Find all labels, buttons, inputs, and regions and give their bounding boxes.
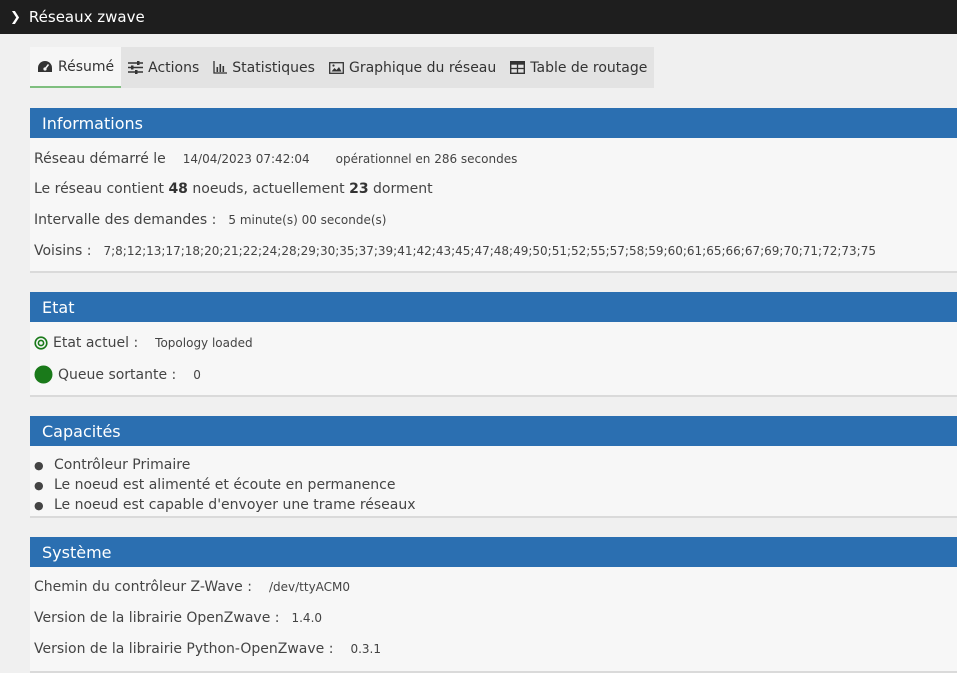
systeme-panel: Système Chemin du contrôleur Z-Wave : /d…: [30, 537, 957, 673]
nodes-mid: noeuds, actuellement: [192, 181, 345, 197]
bar-chart-icon: [213, 61, 228, 74]
queue-label: Queue sortante :: [58, 366, 177, 383]
window-title: Réseaux zwave: [28, 8, 145, 26]
tab-bar: Résumé Actions Statistiques Graphique du…: [30, 47, 655, 88]
target-icon: [34, 336, 48, 350]
started-row: Réseau démarré le 14/04/2023 07:42:04 op…: [34, 151, 517, 167]
informations-title: Informations: [30, 108, 957, 138]
list-item: ● Le noeud est capable d'envoyer une tram…: [34, 497, 416, 513]
neighbors-value: 7;8;12;13;17;18;20;21;22;24;28;29;30;35;…: [103, 244, 876, 258]
python-openzwave-row: Version de la librairie Python-OpenZwave…: [34, 641, 381, 657]
image-icon: [329, 61, 344, 74]
current-state-value: Topology loaded: [155, 336, 253, 350]
table-icon: [510, 61, 526, 74]
openzwave-label: Version de la librairie OpenZwave :: [34, 610, 280, 626]
capability-text: Le noeud est alimenté et écoute en perma…: [54, 477, 396, 493]
queue-row: Queue sortante : 0: [34, 365, 201, 384]
tab-resume[interactable]: Résumé: [30, 47, 122, 88]
systeme-title: Système: [30, 537, 957, 567]
sliders-icon: [128, 61, 144, 74]
neighbors-row: Voisins : 7;8;12;13;17;18;20;21;22;24;28…: [34, 243, 876, 259]
tab-actions[interactable]: Actions: [121, 47, 206, 88]
nodes-row: Le réseau contient 48 noeuds, actuelleme…: [34, 181, 433, 197]
openzwave-row: Version de la librairie OpenZwave : 1.4.…: [34, 610, 322, 626]
openzwave-value: 1.4.0: [291, 611, 323, 625]
python-openzwave-label: Version de la librairie Python-OpenZwave…: [34, 641, 334, 657]
tab-graphique[interactable]: Graphique du réseau: [322, 47, 503, 88]
sleeping-count: 23: [349, 181, 369, 197]
operational-text: opérationnel en 286 secondes: [335, 152, 518, 166]
controller-path-label: Chemin du contrôleur Z-Wave :: [34, 579, 252, 595]
controller-path-row: Chemin du contrôleur Z-Wave : /dev/ttyAC…: [34, 579, 350, 595]
tab-statistiques[interactable]: Statistiques: [206, 47, 322, 88]
informations-panel: Informations Réseau démarré le 14/04/202…: [30, 108, 957, 273]
queue-value: 0: [193, 367, 201, 382]
etat-panel: Etat Etat actuel : Topology loaded Queue…: [30, 292, 957, 397]
interval-row: Intervalle des demandes : 5 minute(s) 00…: [34, 212, 386, 228]
chevron-right-icon[interactable]: ❯: [10, 10, 21, 25]
capability-text: Contrôleur Primaire: [54, 457, 191, 473]
tab-statistiques-label: Statistiques: [232, 59, 315, 76]
dashboard-icon: [37, 60, 53, 74]
current-state-label: Etat actuel :: [53, 335, 139, 351]
tab-table-routage-label: Table de routage: [530, 59, 648, 76]
controller-path-value: /dev/ttyACM0: [268, 580, 351, 594]
status-dot-icon: [34, 365, 53, 384]
sleeping-suffix: dorment: [373, 181, 433, 197]
capability-text: Le noeud est capable d'envoyer une trame…: [54, 497, 416, 513]
capacites-panel: Capacités ● Contrôleur Primaire ● Le noeud…: [30, 416, 957, 518]
tab-actions-label: Actions: [148, 59, 200, 76]
started-value: 14/04/2023 07:42:04: [182, 152, 310, 166]
interval-label: Intervalle des demandes :: [34, 212, 217, 228]
contains-prefix: Le réseau contient: [34, 181, 164, 197]
started-label: Réseau démarré le: [34, 151, 166, 167]
capacites-title: Capacités: [30, 416, 957, 446]
tab-graphique-label: Graphique du réseau: [348, 59, 497, 76]
etat-title: Etat: [30, 292, 957, 322]
neighbors-label: Voisins :: [34, 243, 92, 259]
python-openzwave-value: 0.3.1: [350, 642, 381, 656]
tab-table-routage[interactable]: Table de routage: [503, 47, 654, 88]
list-item: ● Le noeud est alimenté et écoute en perm…: [34, 477, 396, 493]
nodes-count: 48: [168, 181, 188, 197]
tab-resume-label: Résumé: [58, 58, 115, 75]
list-item: ● Contrôleur Primaire: [34, 457, 191, 473]
current-state-row: Etat actuel : Topology loaded: [34, 335, 253, 351]
window-title-bar[interactable]: ❯ Réseaux zwave: [0, 0, 957, 34]
interval-value: 5 minute(s) 00 seconde(s): [228, 213, 387, 227]
